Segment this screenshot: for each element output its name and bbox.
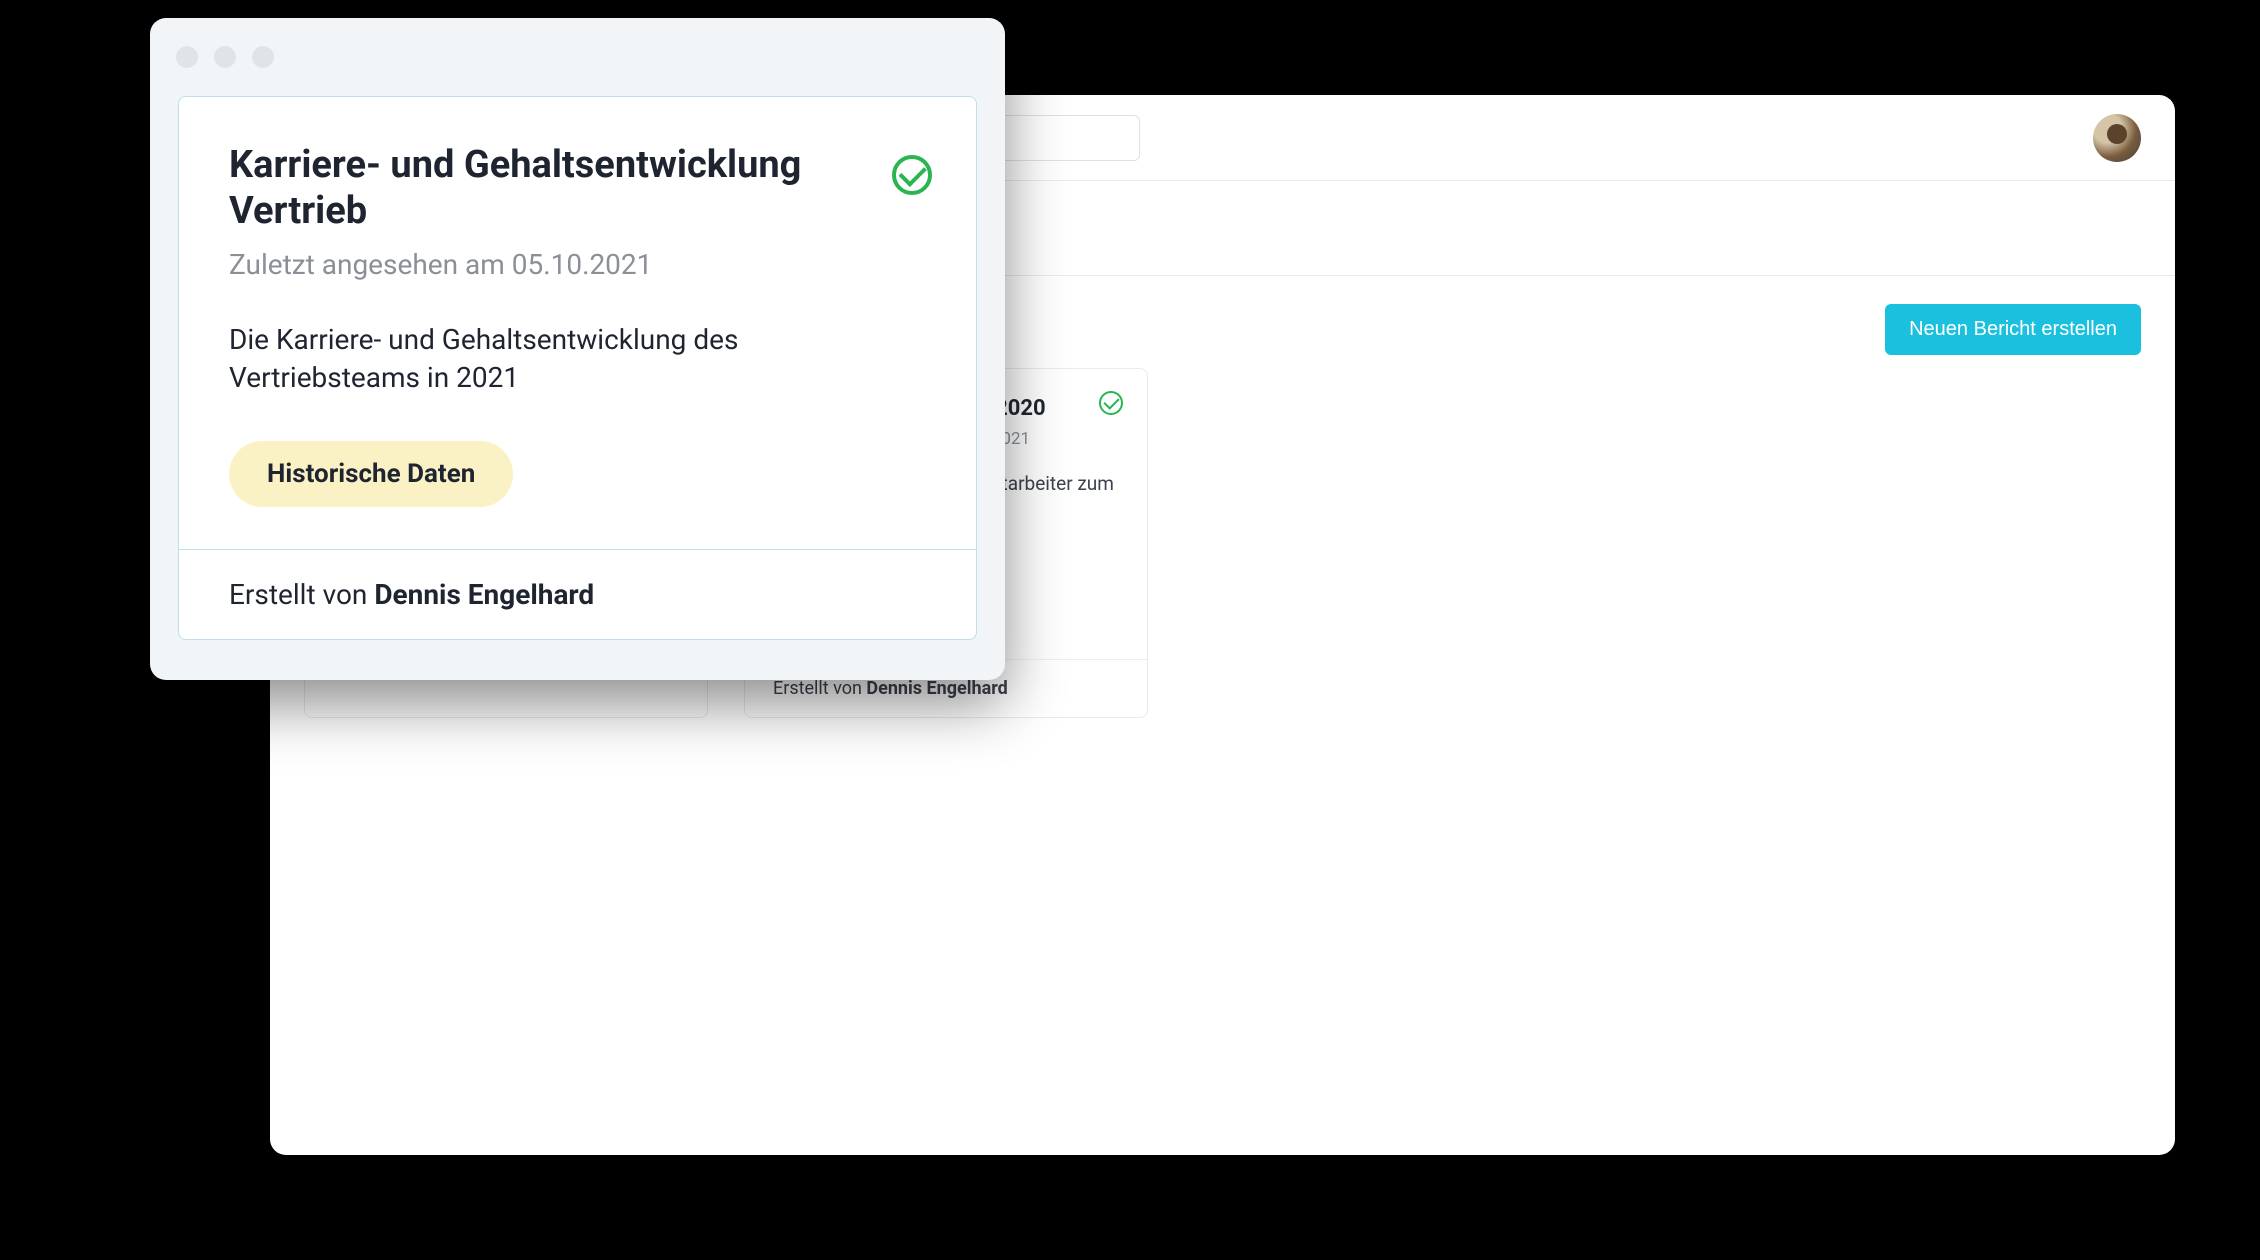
created-by-label: Erstellt von bbox=[773, 678, 866, 699]
check-icon bbox=[1099, 391, 1123, 415]
detail-popup-window: Karriere- und Gehaltsentwicklung Vertrie… bbox=[150, 18, 1005, 680]
created-by-name: Dennis Engelhard bbox=[866, 678, 1007, 699]
window-chrome bbox=[150, 18, 1005, 96]
report-footer: Erstellt von Dennis Engelhard bbox=[179, 549, 976, 639]
report-title: Karriere- und Gehaltsentwicklung Vertrie… bbox=[229, 143, 926, 234]
created-by-name: Dennis Engelhard bbox=[374, 578, 594, 611]
avatar[interactable] bbox=[2093, 114, 2141, 162]
traffic-light-icon[interactable] bbox=[252, 46, 274, 68]
traffic-light-icon[interactable] bbox=[214, 46, 236, 68]
traffic-light-icon[interactable] bbox=[176, 46, 198, 68]
create-report-button[interactable]: Neuen Bericht erstellen bbox=[1885, 304, 2141, 355]
tag-pill: Historische Daten bbox=[229, 441, 513, 507]
report-description: Die Karriere- und Gehaltsentwicklung des… bbox=[229, 321, 926, 397]
created-by-label: Erstellt von bbox=[229, 578, 374, 611]
report-subtitle: Zuletzt angesehen am 05.10.2021 bbox=[229, 248, 926, 281]
check-icon bbox=[892, 155, 932, 195]
detail-report-card[interactable]: Karriere- und Gehaltsentwicklung Vertrie… bbox=[178, 96, 977, 640]
